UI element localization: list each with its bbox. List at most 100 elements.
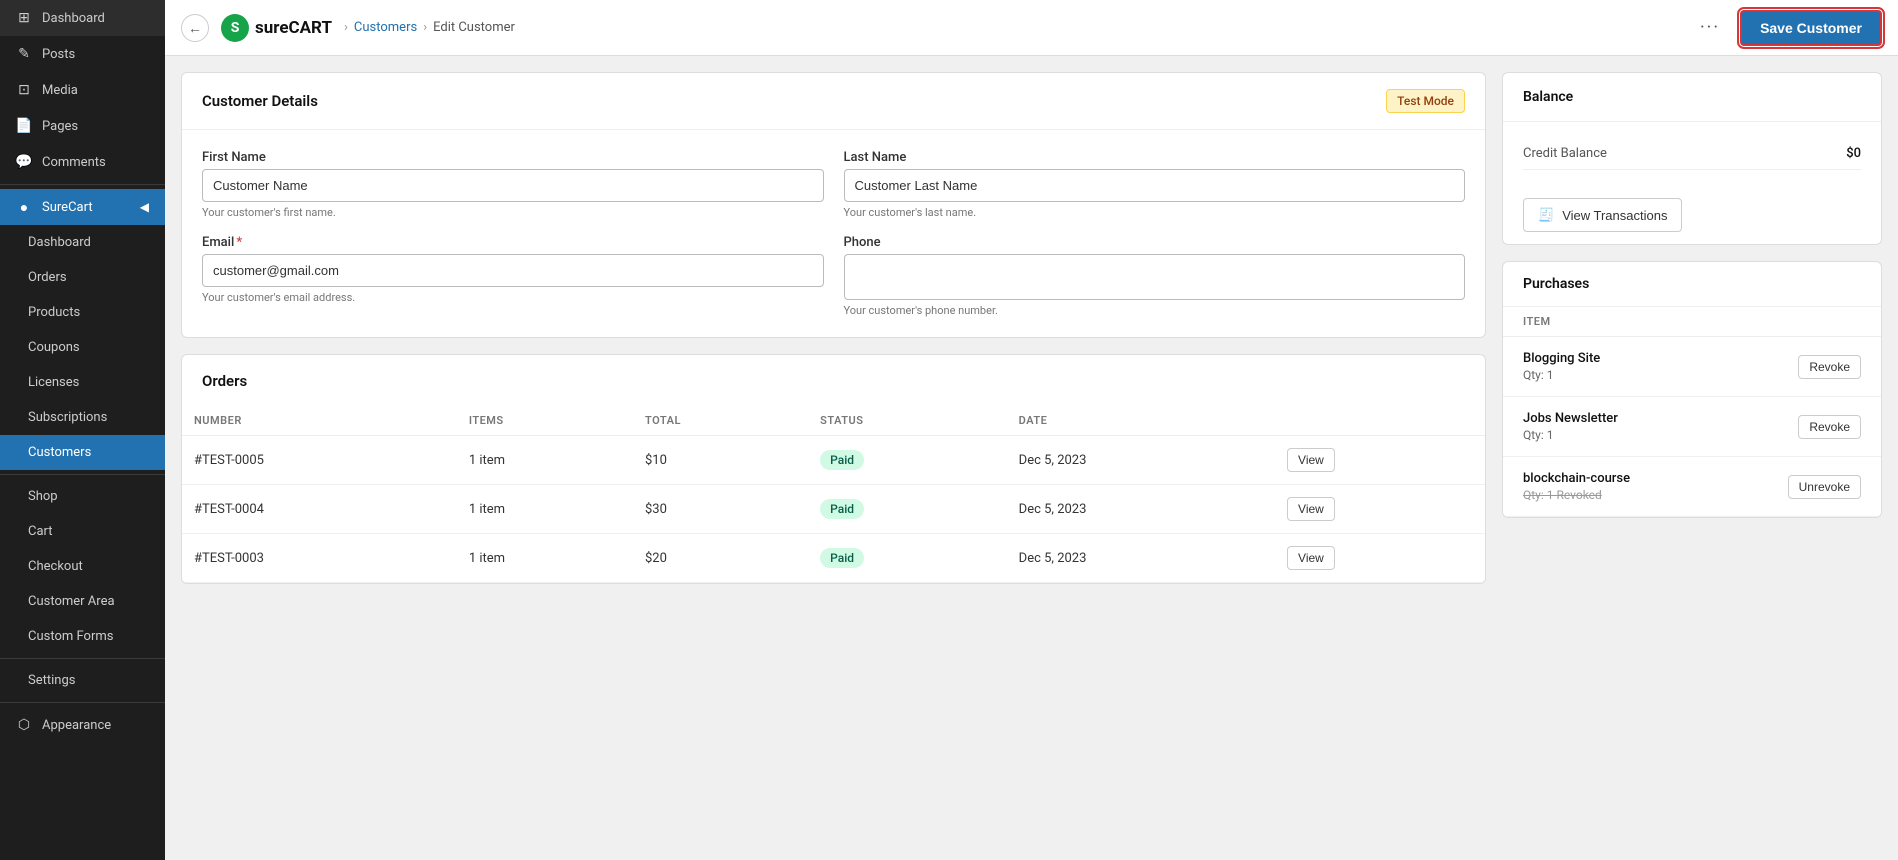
credit-balance-value: $0 — [1846, 146, 1861, 161]
orders-table: NUMBER ITEMS TOTAL STATUS DATE #TEST-000… — [182, 406, 1485, 583]
order-items: 1 item — [457, 436, 633, 485]
customer-details-form: First Name Your customer's first name. L… — [202, 150, 1465, 317]
view-order-button[interactable]: View — [1287, 448, 1335, 472]
logo-text: sureCART — [255, 18, 332, 38]
first-name-input[interactable] — [202, 169, 824, 202]
purchase-row: Blogging Site Qty: 1 Revoke — [1503, 337, 1881, 397]
email-input[interactable] — [202, 254, 824, 287]
sidebar-item-label: Customer Area — [28, 594, 115, 609]
table-row: #TEST-0004 1 item $30 Paid Dec 5, 2023 V… — [182, 485, 1485, 534]
order-action: View — [1275, 485, 1485, 534]
sidebar-item-comments[interactable]: 💬 Comments — [0, 144, 165, 180]
sidebar-item-label: Orders — [28, 270, 67, 285]
purchases-header: Purchases — [1503, 262, 1881, 307]
sidebar-item-customers[interactable]: Customers — [0, 435, 165, 470]
sidebar-item-label: Settings — [28, 673, 75, 688]
first-name-hint: Your customer's first name. — [202, 206, 824, 219]
email-group: Email* Your customer's email address. — [202, 235, 824, 317]
sidebar-item-label: Products — [28, 305, 80, 320]
sidebar-item-subscriptions[interactable]: Subscriptions — [0, 400, 165, 435]
sidebar-item-shop[interactable]: Shop — [0, 479, 165, 514]
sidebar-item-media[interactable]: ⊡ Media — [0, 72, 165, 108]
posts-icon: ✎ — [16, 46, 32, 62]
order-date: Dec 5, 2023 — [1007, 436, 1275, 485]
purchase-item-name: blockchain-course — [1523, 471, 1788, 486]
credit-balance-row: Credit Balance $0 — [1523, 138, 1861, 170]
purchase-action-button[interactable]: Revoke — [1798, 415, 1861, 439]
phone-input[interactable] — [844, 254, 1466, 300]
sidebar-item-label: Dashboard — [42, 11, 105, 26]
back-button[interactable]: ← — [181, 14, 209, 42]
sidebar-item-surecart[interactable]: ● SureCart ◀ — [0, 189, 165, 225]
view-order-button[interactable]: View — [1287, 546, 1335, 570]
purchase-row: Jobs Newsletter Qty: 1 Revoke — [1503, 397, 1881, 457]
purchase-item-qty: Qty: 1 — [1523, 368, 1798, 382]
sidebar-item-posts[interactable]: ✎ Posts — [0, 36, 165, 72]
sidebar-item-settings[interactable]: Settings — [0, 663, 165, 698]
table-row: #TEST-0005 1 item $10 Paid Dec 5, 2023 V… — [182, 436, 1485, 485]
sidebar-item-label: Customers — [28, 445, 91, 460]
first-name-label: First Name — [202, 150, 824, 165]
last-name-label: Last Name — [844, 150, 1466, 165]
orders-title: Orders — [202, 372, 247, 390]
sidebar-item-label: Licenses — [28, 375, 79, 390]
breadcrumb-customers[interactable]: Customers — [354, 20, 417, 35]
pages-icon: 📄 — [16, 118, 32, 134]
orders-card: Orders NUMBER ITEMS TOTAL STATUS DATE — [181, 354, 1486, 584]
order-number: #TEST-0005 — [182, 436, 457, 485]
purchase-item-qty: Qty: 1 — [1523, 428, 1798, 442]
sidebar-item-label: Posts — [42, 47, 75, 62]
sidebar-item-appearance[interactable]: ⬡ Appearance — [0, 707, 165, 743]
order-total: $10 — [633, 436, 808, 485]
sidebar-item-label: SureCart — [42, 200, 93, 215]
sidebar-item-label: Custom Forms — [28, 629, 113, 644]
customer-details-title: Customer Details — [202, 92, 318, 110]
save-customer-button[interactable]: Save Customer — [1740, 10, 1882, 46]
sidebar-item-customer-area[interactable]: Customer Area — [0, 584, 165, 619]
transaction-icon: 🧾 — [1538, 207, 1554, 223]
sidebar-item-cart[interactable]: Cart — [0, 514, 165, 549]
appearance-icon: ⬡ — [16, 717, 32, 733]
sidebar-item-label: Checkout — [28, 559, 83, 574]
orders-header: Orders — [182, 355, 1485, 406]
purchases-card: Purchases ITEM Blogging Site Qty: 1 Revo… — [1502, 261, 1882, 518]
last-name-input[interactable] — [844, 169, 1466, 202]
sidebar-item-dashboard[interactable]: ⊞ Dashboard — [0, 0, 165, 36]
order-action: View — [1275, 436, 1485, 485]
sidebar-item-checkout[interactable]: Checkout — [0, 549, 165, 584]
breadcrumb-sep1: › — [344, 20, 348, 35]
order-items: 1 item — [457, 485, 633, 534]
right-panel: Balance Credit Balance $0 🧾 View Transac… — [1502, 72, 1882, 844]
purchases-list: Blogging Site Qty: 1 Revoke Jobs Newslet… — [1503, 337, 1881, 517]
email-label: Email* — [202, 235, 824, 250]
sidebar-item-coupons[interactable]: Coupons — [0, 330, 165, 365]
sidebar-item-orders[interactable]: Orders — [0, 260, 165, 295]
col-items: ITEMS — [457, 406, 633, 436]
view-transactions-button[interactable]: 🧾 View Transactions — [1523, 198, 1682, 232]
comments-icon: 💬 — [16, 154, 32, 170]
sidebar-item-label: Subscriptions — [28, 410, 107, 425]
purchase-action-button[interactable]: Revoke — [1798, 355, 1861, 379]
sidebar-item-custom-forms[interactable]: Custom Forms — [0, 619, 165, 654]
email-hint: Your customer's email address. — [202, 291, 824, 304]
customer-details-header: Customer Details Test Mode — [182, 73, 1485, 130]
order-status: Paid — [808, 534, 1007, 583]
table-row: #TEST-0003 1 item $20 Paid Dec 5, 2023 V… — [182, 534, 1485, 583]
logo: S sureCART — [221, 14, 332, 42]
sidebar-item-label: Shop — [28, 489, 58, 504]
view-order-button[interactable]: View — [1287, 497, 1335, 521]
balance-card-header: Balance — [1503, 73, 1881, 122]
sidebar-item-licenses[interactable]: Licenses — [0, 365, 165, 400]
sidebar-item-sc-dashboard[interactable]: Dashboard — [0, 225, 165, 260]
sidebar-item-products[interactable]: Products — [0, 295, 165, 330]
view-transactions-label: View Transactions — [1562, 208, 1667, 223]
media-icon: ⊡ — [16, 82, 32, 98]
main-wrap: ← S sureCART › Customers › Edit Customer… — [165, 0, 1898, 860]
sidebar-item-label: Pages — [42, 119, 78, 134]
phone-group: Phone Your customer's phone number. — [844, 235, 1466, 317]
sidebar-item-pages[interactable]: 📄 Pages — [0, 108, 165, 144]
balance-section: Credit Balance $0 — [1503, 122, 1881, 186]
more-options-button[interactable]: ··· — [1692, 13, 1728, 42]
col-number: NUMBER — [182, 406, 457, 436]
purchase-action-button[interactable]: Unrevoke — [1788, 475, 1861, 499]
